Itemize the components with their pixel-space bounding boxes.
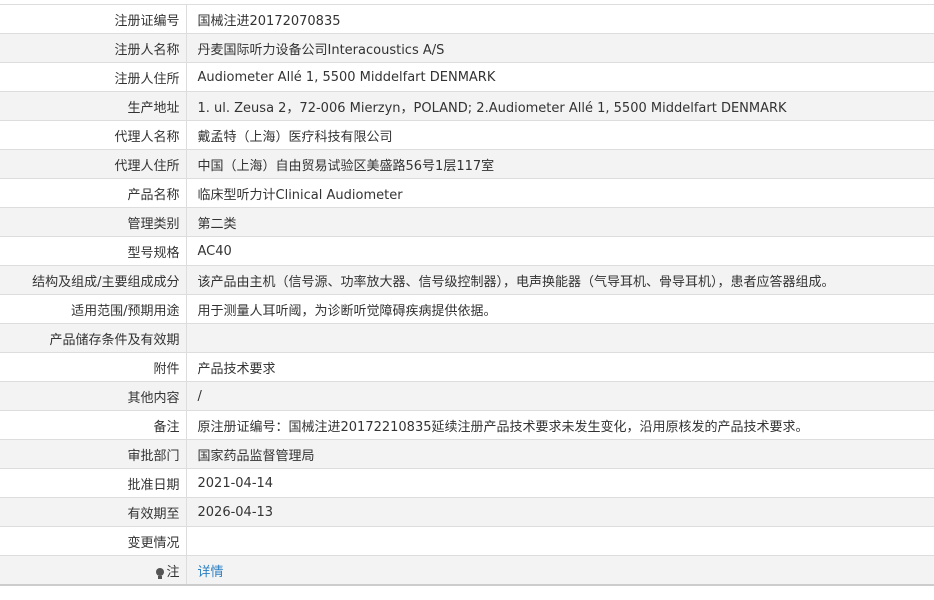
table-row: 备注 原注册证编号：国械注进20172210835延续注册产品技术要求未发生变化…: [0, 410, 934, 440]
table-row: 注册证编号 国械注进20172070835: [0, 4, 934, 34]
field-value-agent-name: 戴孟特（上海）医疗科技有限公司: [186, 120, 934, 150]
field-label-composition: 结构及组成/主要组成成分: [0, 265, 187, 295]
field-label-registrant-name: 注册人名称: [0, 33, 187, 63]
field-label-agent-address: 代理人住所: [0, 149, 187, 179]
field-label-registration-number: 注册证编号: [0, 4, 187, 34]
field-label-approval-date: 批准日期: [0, 468, 187, 498]
field-label-change-status: 变更情况: [0, 526, 187, 556]
field-value-product-name: 临床型听力计Clinical Audiometer: [186, 178, 934, 208]
table-row: 型号规格 AC40: [0, 236, 934, 266]
note-label-cell: 注: [0, 555, 187, 586]
field-label-approval-department: 审批部门: [0, 439, 187, 469]
field-label-model-spec: 型号规格: [0, 236, 187, 266]
field-label-registrant-address: 注册人住所: [0, 62, 187, 92]
field-label-valid-until: 有效期至: [0, 497, 187, 527]
field-value-other-content: /: [186, 381, 934, 411]
table-row: 有效期至 2026-04-13: [0, 497, 934, 527]
table-row: 其他内容 /: [0, 381, 934, 411]
table-row: 代理人住所 中国（上海）自由贸易试验区美盛路56号1层117室: [0, 149, 934, 179]
table-row: 审批部门 国家药品监督管理局: [0, 439, 934, 469]
table-row: 管理类别 第二类: [0, 207, 934, 237]
registration-record-table: 注册证编号 国械注进20172070835 注册人名称 丹麦国际听力设备公司In…: [0, 4, 934, 586]
field-label-production-address: 生产地址: [0, 91, 187, 121]
field-value-model-spec: AC40: [186, 236, 934, 266]
field-value-registrant-name: 丹麦国际听力设备公司Interacoustics A/S: [186, 33, 934, 63]
field-label-remarks: 备注: [0, 410, 187, 440]
field-value-registration-number: 国械注进20172070835: [186, 4, 934, 34]
field-label-product-name: 产品名称: [0, 178, 187, 208]
table-row: 注册人名称 丹麦国际听力设备公司Interacoustics A/S: [0, 33, 934, 63]
table-row: 生产地址 1. ul. Zeusa 2，72-006 Mierzyn，POLAN…: [0, 91, 934, 121]
table-row: 代理人名称 戴孟特（上海）医疗科技有限公司: [0, 120, 934, 150]
field-label-storage-validity: 产品储存条件及有效期: [0, 323, 187, 353]
field-value-approval-date: 2021-04-14: [186, 468, 934, 498]
note-value-cell: 详情: [186, 555, 934, 586]
field-value-approval-department: 国家药品监督管理局: [186, 439, 934, 469]
field-value-storage-validity: [186, 323, 934, 353]
field-value-composition: 该产品由主机（信号源、功率放大器、信号级控制器），电声换能器（气导耳机、骨导耳机…: [186, 265, 934, 295]
field-value-management-class: 第二类: [186, 207, 934, 237]
field-value-intended-use: 用于测量人耳听阈，为诊断听觉障碍疾病提供依据。: [186, 294, 934, 324]
note-label: 注: [166, 564, 180, 580]
table-row: 结构及组成/主要组成成分 该产品由主机（信号源、功率放大器、信号级控制器），电声…: [0, 265, 934, 295]
lightbulb-icon: [156, 567, 165, 579]
field-label-other-content: 其他内容: [0, 381, 187, 411]
field-value-attachment: 产品技术要求: [186, 352, 934, 382]
table-row: 变更情况: [0, 526, 934, 556]
table-row: 批准日期 2021-04-14: [0, 468, 934, 498]
table-row: 产品名称 临床型听力计Clinical Audiometer: [0, 178, 934, 208]
field-value-registrant-address: Audiometer Allé 1, 5500 Middelfart DENMA…: [186, 62, 934, 92]
field-label-intended-use: 适用范围/预期用途: [0, 294, 187, 324]
table-row: 附件 产品技术要求: [0, 352, 934, 382]
table-row-note: 注 详情: [0, 555, 934, 586]
details-link[interactable]: 详情: [198, 565, 224, 580]
field-value-agent-address: 中国（上海）自由贸易试验区美盛路56号1层117室: [186, 149, 934, 179]
table-row: 适用范围/预期用途 用于测量人耳听阈，为诊断听觉障碍疾病提供依据。: [0, 294, 934, 324]
field-value-remarks: 原注册证编号：国械注进20172210835延续注册产品技术要求未发生变化，沿用…: [186, 410, 934, 440]
field-label-agent-name: 代理人名称: [0, 120, 187, 150]
field-value-change-status: [186, 526, 934, 556]
table-row: 产品储存条件及有效期: [0, 323, 934, 353]
field-label-attachment: 附件: [0, 352, 187, 382]
field-label-management-class: 管理类别: [0, 207, 187, 237]
table-row: 注册人住所 Audiometer Allé 1, 5500 Middelfart…: [0, 62, 934, 92]
field-value-production-address: 1. ul. Zeusa 2，72-006 Mierzyn，POLAND; 2.…: [186, 91, 934, 121]
field-value-valid-until: 2026-04-13: [186, 497, 934, 527]
